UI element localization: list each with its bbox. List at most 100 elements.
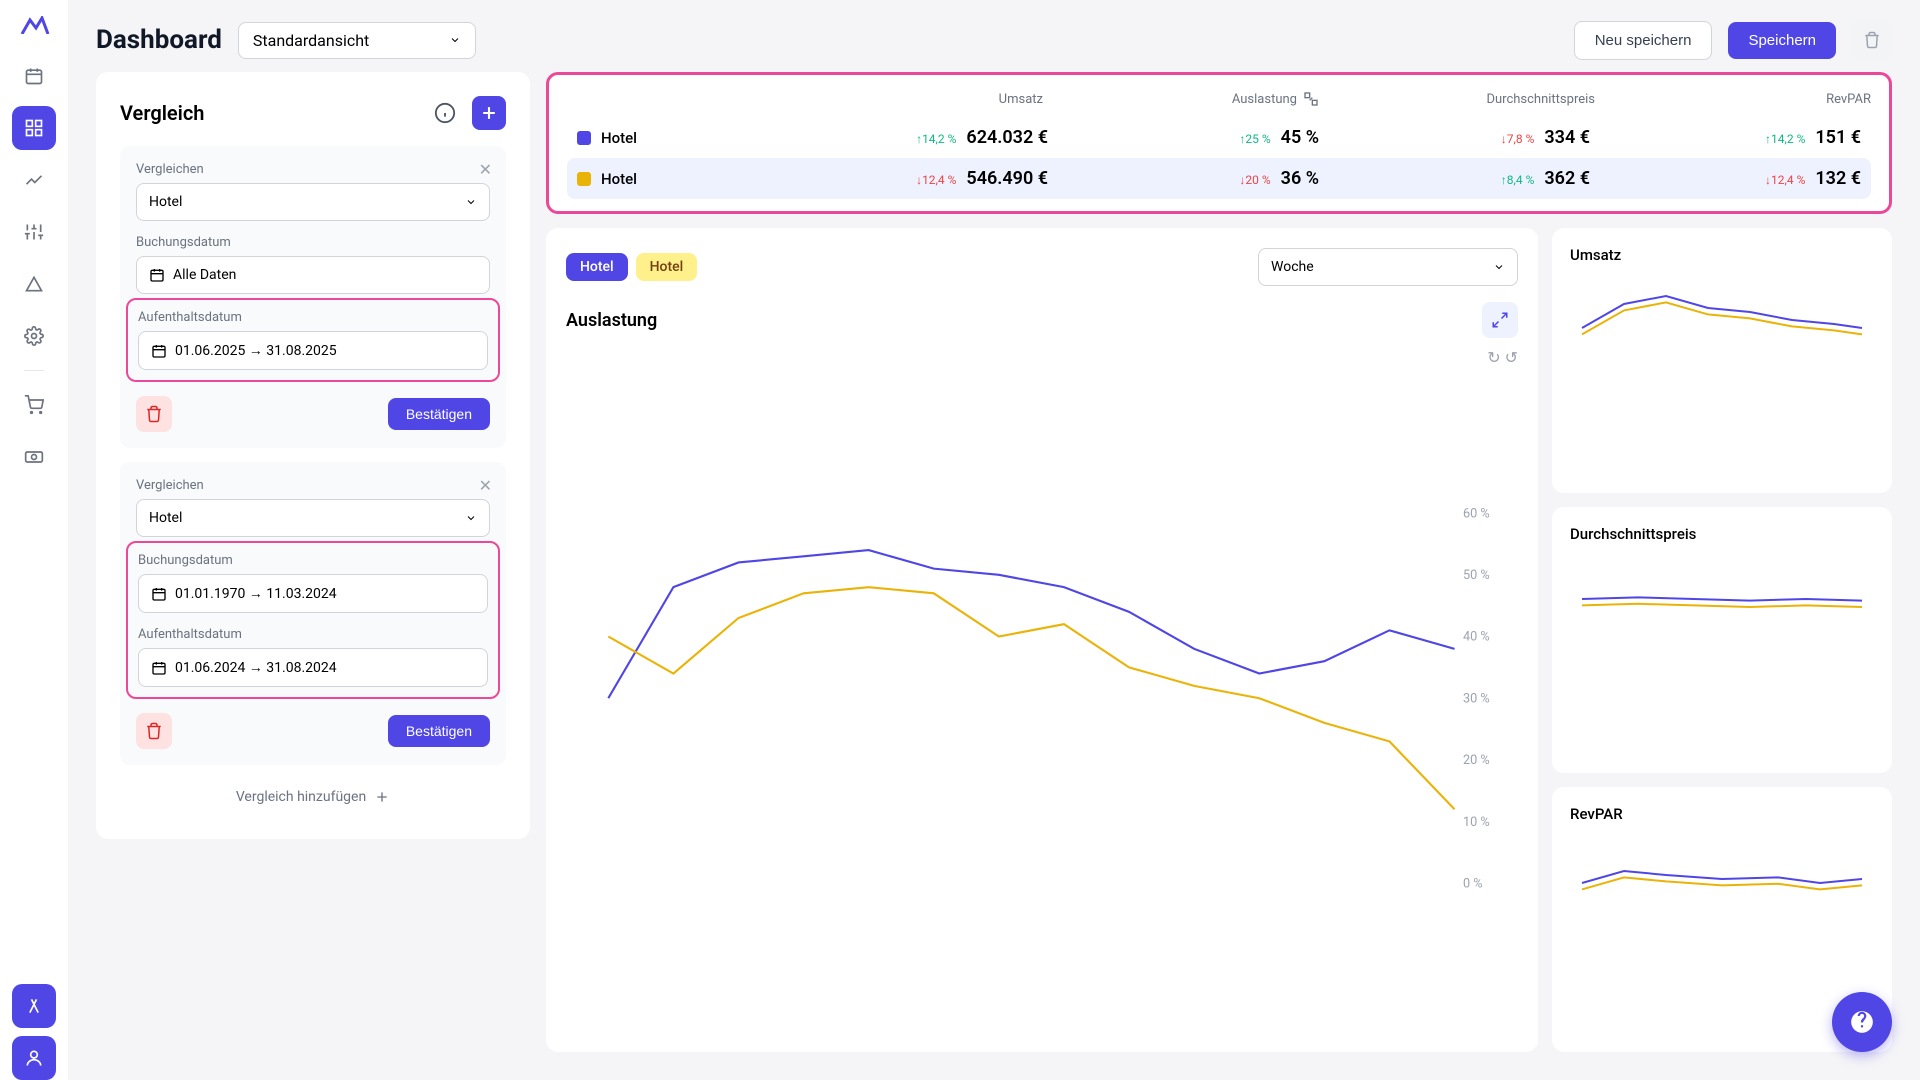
chart-link-icon[interactable] [1303,91,1319,107]
legend-swatch [577,131,591,145]
nav-payments[interactable] [12,435,56,479]
y-tick: 0 % [1463,877,1483,892]
close-icon[interactable]: ✕ [479,160,492,179]
series-line [608,550,1454,698]
kpi-value: 334 € [1544,127,1590,148]
undo-icon[interactable]: ↺ [1505,348,1518,367]
subject-select[interactable]: Hotel [136,499,490,537]
nav-profile[interactable] [12,1036,56,1080]
nav-settings[interactable] [12,210,56,254]
mini-series-line [1582,296,1862,328]
delta-value: ↑14,2 % [916,132,956,146]
booking-date-input[interactable]: Alle Daten [136,256,490,294]
calendar-icon [151,660,167,676]
confirm-button[interactable]: Bestätigen [388,715,490,747]
compare-label: Vergleichen [136,162,490,177]
help-button[interactable] [1832,992,1892,1052]
delta-value: ↓12,4 % [916,173,956,187]
chevron-down-icon [1493,261,1505,273]
expand-button[interactable] [1482,302,1518,338]
brand-logo [18,16,50,34]
close-icon[interactable]: ✕ [479,476,492,495]
compare-panel: Vergleich ✕ Vergleichen Hotel Buchun [96,72,530,839]
mini-chart-title: RevPAR [1570,805,1874,823]
chart-title: Auslastung [566,310,657,331]
topbar: Dashboard Standardansicht Neu speichern … [68,0,1920,72]
mini-chart[interactable]: Durchschnittspreis [1552,507,1892,772]
subject-value: Hotel [149,194,182,210]
booking-date-input[interactable]: 01.01.1970 → 11.03.2024 [138,574,488,613]
kpi-value: 546.490 € [966,168,1048,189]
add-compare-button[interactable]: Vergleich hinzufügen [120,779,506,815]
nav-dashboard[interactable] [12,106,56,150]
trash-button[interactable] [136,713,172,749]
trash-button[interactable] [136,396,172,432]
compare-title: Vergleich [120,101,204,125]
chevron-down-icon [465,196,477,208]
nav-reports[interactable] [12,158,56,202]
redo-icon[interactable]: ↻ [1487,348,1500,367]
save-new-button[interactable]: Neu speichern [1574,21,1713,60]
kpi-value: 151 € [1815,127,1861,148]
booking-label: Buchungsdatum [136,235,490,250]
info-button[interactable] [428,96,462,130]
time-select[interactable]: Woche [1258,248,1518,286]
stay-label: Aufenthaltsdatum [138,627,488,642]
chevron-down-icon [449,34,461,46]
y-tick: 20 % [1463,753,1490,768]
time-select-value: Woche [1271,259,1314,275]
y-tick: 40 % [1463,630,1490,645]
kpi-row[interactable]: Hotel↑14,2 %624.032 €↑25 %45 %↓7,8 %334 … [567,117,1871,158]
add-button[interactable] [472,96,506,130]
save-button[interactable]: Speichern [1728,22,1836,59]
stay-date-input[interactable]: 01.06.2024 → 31.08.2024 [138,648,488,687]
legend-swatch [577,172,591,186]
add-compare-label: Vergleich hinzufügen [236,789,366,805]
delta-value: ↓20 % [1239,173,1270,187]
legend-chip[interactable]: Hotel [636,253,698,281]
kpi-header-auslastung: Auslastung [1232,92,1297,107]
nav-config[interactable] [12,314,56,358]
compare-block-2: ✕ Vergleichen Hotel Buchungsdatum 01.01.… [120,462,506,765]
calendar-icon [151,586,167,602]
kpi-value: 132 € [1815,168,1861,189]
main-chart-panel: Hotel Hotel Woche Auslastung ↻ ↺ [546,228,1538,1052]
y-tick: 30 % [1463,691,1490,706]
nav-distribution[interactable] [12,262,56,306]
kpi-header-umsatz: Umsatz [767,91,1043,107]
stay-value: 01.06.2025 → 31.08.2025 [175,342,337,359]
y-tick: 50 % [1463,568,1490,583]
kpi-row-label: Hotel [601,170,637,188]
subject-select[interactable]: Hotel [136,183,490,221]
legend-chip[interactable]: Hotel [566,253,628,281]
nav-magic[interactable] [12,984,56,1028]
booking-value: Alle Daten [173,267,236,283]
booking-label: Buchungsdatum [138,553,488,568]
y-tick: 10 % [1463,815,1490,830]
stay-label: Aufenthaltsdatum [138,310,488,325]
nav-calendar[interactable] [12,54,56,98]
mini-chart[interactable]: Umsatz [1552,228,1892,493]
highlight-stay-1: Aufenthaltsdatum 01.06.2025 → 31.08.2025 [126,298,500,382]
delete-view-button[interactable] [1852,20,1892,60]
kpi-table: Umsatz Auslastung Durchschnittspreis Rev… [546,72,1892,214]
delta-value: ↑25 % [1239,132,1270,146]
delta-value: ↑8,4 % [1501,173,1535,187]
chart-area: 0 %10 %20 %30 %40 %50 %60 % [566,375,1518,1032]
kpi-row-label: Hotel [601,129,637,147]
page-title: Dashboard [96,25,222,55]
kpi-row[interactable]: Hotel↓12,4 %546.490 €↓20 %36 %↑8,4 %362 … [567,158,1871,199]
chevron-down-icon [465,512,477,524]
view-dropdown[interactable]: Standardansicht [238,22,476,59]
kpi-header-revpar: RevPAR [1595,91,1871,107]
stay-date-input[interactable]: 01.06.2025 → 31.08.2025 [138,331,488,370]
nav-shop[interactable] [12,383,56,427]
confirm-button[interactable]: Bestätigen [388,398,490,430]
booking-value: 01.01.1970 → 11.03.2024 [175,585,337,602]
mini-chart-title: Umsatz [1570,246,1874,264]
mini-chart-title: Durchschnittspreis [1570,525,1874,543]
mini-series-line [1582,302,1862,334]
nav-divider [24,370,44,371]
delta-value: ↓7,8 % [1501,132,1535,146]
delta-value: ↑14,2 % [1765,132,1805,146]
